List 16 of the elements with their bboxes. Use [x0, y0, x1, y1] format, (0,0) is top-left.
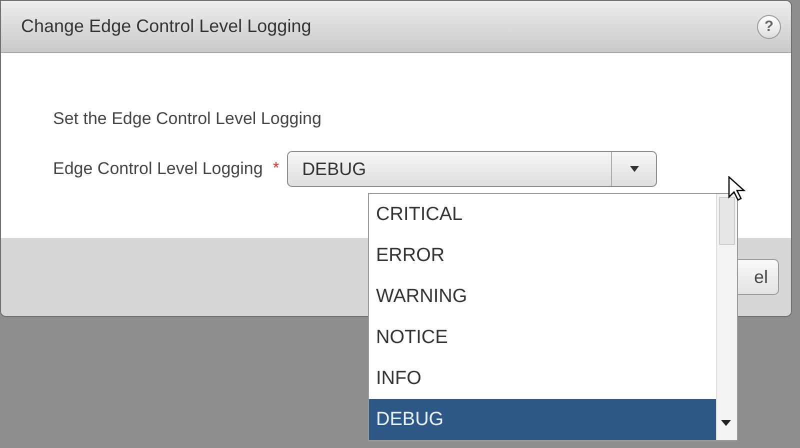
dropdown-option[interactable]: INFO [369, 358, 716, 399]
field-label: Edge Control Level Logging [53, 159, 263, 179]
dropdown-option[interactable]: DEBUG [369, 399, 716, 440]
dialog-title: Change Edge Control Level Logging [21, 16, 312, 37]
scroll-down-icon[interactable] [721, 420, 731, 426]
scroll-thumb[interactable] [719, 197, 735, 245]
dropdown-option[interactable]: NOTICE [369, 317, 716, 358]
help-button[interactable]: ? [757, 14, 781, 38]
dropdown-option[interactable]: CRITICAL [369, 194, 716, 235]
instruction-text: Set the Edge Control Level Logging [53, 109, 322, 129]
level-select[interactable]: DEBUG [287, 151, 658, 187]
dropdown-option[interactable]: WARNING [369, 276, 716, 317]
dropdown-option[interactable]: ERROR [369, 235, 716, 276]
caret-icon [630, 166, 639, 172]
scrollbar[interactable] [716, 194, 737, 440]
required-mark: * [272, 160, 280, 178]
